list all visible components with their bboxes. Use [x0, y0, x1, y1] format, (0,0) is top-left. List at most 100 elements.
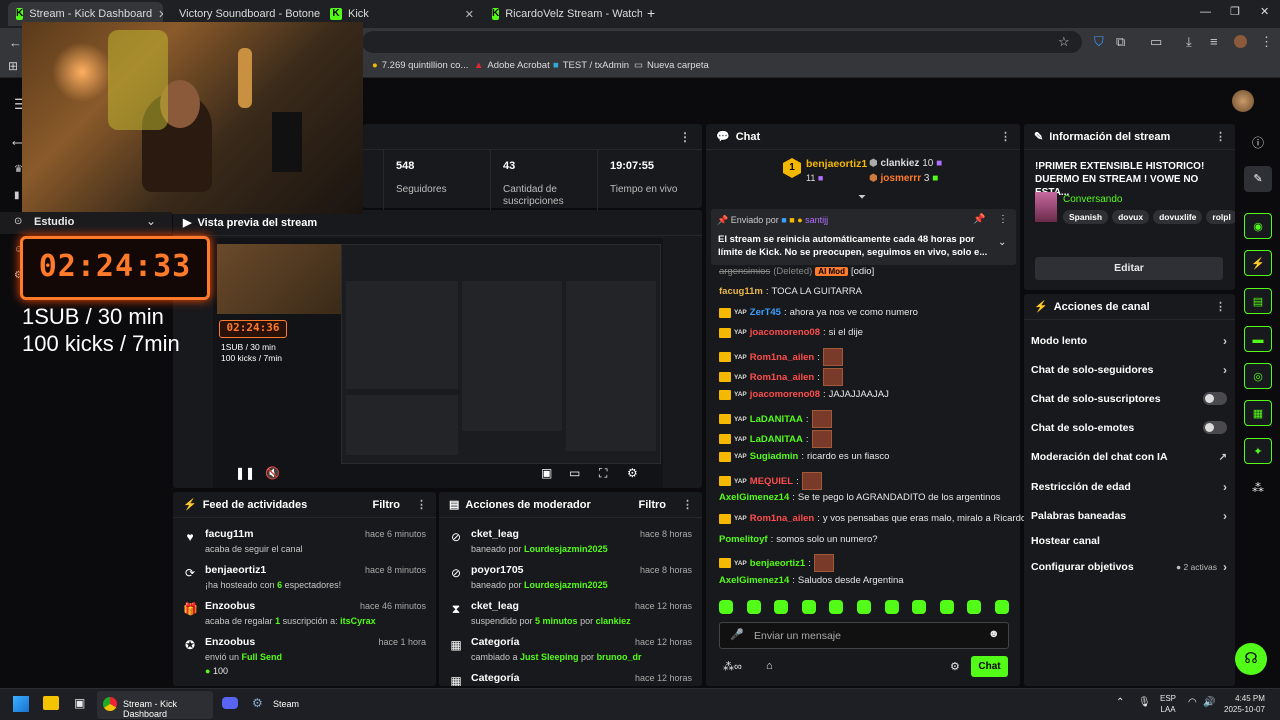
steam-icon[interactable]: ⚙	[252, 696, 263, 710]
language-indicator[interactable]: ESP LAA	[1160, 693, 1176, 715]
chat-send-button[interactable]: Chat	[971, 656, 1008, 677]
emote-icon[interactable]	[719, 600, 733, 614]
chat-settings-icon[interactable]: ⚙	[950, 660, 960, 673]
settings-icon[interactable]: ⚙	[627, 466, 638, 480]
emote-icon[interactable]	[746, 600, 761, 614]
chat-username[interactable]: Rom1na_ailen	[750, 352, 814, 363]
channel-action-item[interactable]: Hostear canal	[1031, 535, 1227, 547]
infinity-icon[interactable]: ⁂∞	[723, 660, 742, 673]
mod-filter-button[interactable]: Filtro	[639, 499, 667, 511]
wifi-icon[interactable]: ◠	[1188, 697, 1197, 708]
chat-username[interactable]: joacomoreno08	[750, 389, 820, 400]
chevron-down-icon[interactable]: ⌄	[998, 237, 1006, 248]
apps-icon[interactable]: ⁂	[1252, 481, 1264, 495]
cast-icon[interactable]: ▭	[1150, 34, 1162, 50]
emote-icon[interactable]	[994, 600, 1009, 614]
theater-icon[interactable]: ▭	[569, 466, 580, 480]
toggle-switch[interactable]	[1203, 421, 1227, 434]
emote-icon[interactable]	[774, 600, 789, 614]
side-bolt-button[interactable]: ⚡	[1244, 250, 1272, 276]
edit-button[interactable]: Editar	[1035, 257, 1223, 280]
windows-start-icon[interactable]	[13, 696, 29, 712]
chat-input[interactable]: 🎤 Enviar un mensaje ☻	[719, 622, 1009, 649]
chevron-up-icon[interactable]: ⌃	[1116, 697, 1124, 708]
close-tab-icon[interactable]: ✕	[158, 8, 163, 21]
emote-icon[interactable]	[939, 600, 954, 614]
mute-icon[interactable]: 🔇	[265, 466, 280, 480]
more-icon[interactable]: ⋮	[1215, 130, 1226, 143]
store-icon[interactable]: ⌂	[766, 660, 773, 672]
feed-filter-button[interactable]: Filtro	[373, 499, 401, 511]
side-chat-button[interactable]: ▬	[1244, 326, 1272, 352]
unpin-icon[interactable]: 📌	[973, 214, 985, 225]
shield-icon[interactable]: ⛉	[1094, 34, 1104, 50]
more-icon[interactable]: ⋮	[416, 498, 427, 511]
bookmark-2[interactable]: ▲ Adobe Acrobat	[474, 60, 550, 71]
apps-icon[interactable]: ⊞	[8, 59, 18, 73]
chat-username[interactable]: ZerT45	[750, 307, 781, 318]
close-tab-icon[interactable]: ✕	[465, 8, 474, 21]
pip-icon[interactable]: ▣	[541, 466, 552, 480]
menu-icon[interactable]: ⋮	[1260, 34, 1273, 50]
download-icon[interactable]: ⤓	[1186, 34, 1192, 50]
minimize-icon[interactable]: —	[1200, 6, 1211, 18]
chart-icon[interactable]: ▮	[14, 190, 20, 201]
side-list-button[interactable]: ▦	[1244, 400, 1272, 426]
back-icon[interactable]: ←	[9, 35, 22, 50]
chat-username[interactable]: MEQUIEL	[750, 476, 793, 487]
more-icon[interactable]: ⋮	[998, 214, 1008, 225]
emote-icon[interactable]	[912, 600, 927, 614]
new-tab-icon[interactable]: +	[647, 5, 655, 21]
discord-icon[interactable]	[222, 697, 238, 709]
info-icon[interactable]: ⓘ	[1252, 134, 1264, 151]
collapse-icon[interactable]: ⏷	[858, 192, 866, 203]
file-explorer-icon[interactable]	[43, 696, 59, 710]
channel-action-item[interactable]: Configurar objetivos ● 2 activas ›	[1031, 560, 1227, 574]
preview-video[interactable]: 02:24:36 1SUB / 30 min 100 kicks / 7min ❚…	[213, 238, 663, 488]
chat-username[interactable]: AxelGimenez14	[719, 492, 789, 503]
taskbar-chrome[interactable]: Stream - Kick Dashboard	[97, 691, 213, 719]
pause-icon[interactable]: ❚❚	[235, 466, 255, 480]
more-icon[interactable]: ⋮	[1000, 130, 1011, 143]
channel-action-item[interactable]: Chat de solo-emotes	[1031, 421, 1227, 434]
category-name[interactable]: Conversando	[1063, 194, 1122, 205]
chat-username[interactable]: Pomelitoyf	[719, 534, 768, 545]
emoji-icon[interactable]: ☻	[988, 628, 1000, 640]
chat-username[interactable]: facug11m	[719, 286, 763, 297]
scene-selector[interactable]: ⊙ Estudio ⌄	[0, 212, 172, 234]
profile-avatar[interactable]	[1234, 35, 1247, 48]
side-tools-button[interactable]: ✦	[1244, 438, 1272, 464]
mic-icon[interactable]: 🎙	[1138, 697, 1151, 708]
emote-icon[interactable]	[856, 600, 871, 614]
extensions-icon[interactable]: ⧉	[1116, 34, 1125, 50]
top-gifter-name[interactable]: benjaeortiz1	[806, 158, 867, 170]
clock[interactable]: 4:45 PM 2025-10-07	[1224, 693, 1265, 715]
chat-username[interactable]: LaDANITAA	[750, 434, 803, 445]
channel-action-item[interactable]: Palabras baneadas ›	[1031, 509, 1227, 523]
bookmark-4[interactable]: ▭ Nueva carpeta	[634, 60, 709, 71]
user-avatar[interactable]	[1232, 90, 1254, 112]
channel-action-item[interactable]: Moderación del chat con IA ↗	[1031, 451, 1227, 463]
chat-username[interactable]: Sugiadmin	[750, 451, 799, 462]
url-field[interactable]	[362, 31, 1082, 53]
chat-username[interactable]: benjaeortiz1	[750, 558, 805, 569]
restore-icon[interactable]: ❐	[1230, 5, 1240, 18]
channel-action-item[interactable]: Restricción de edad ›	[1031, 480, 1227, 494]
more-icon[interactable]: ⋮	[1215, 300, 1226, 313]
chat-username[interactable]: Rom1na_ailen	[750, 513, 814, 524]
chat-username[interactable]: AxelGimenez14	[719, 575, 789, 586]
side-doc-button[interactable]: ▤	[1244, 288, 1272, 314]
fullscreen-icon[interactable]: ⛶	[599, 466, 607, 481]
close-window-icon[interactable]: ✕	[1260, 5, 1269, 18]
volume-icon[interactable]: 🔊	[1203, 697, 1215, 708]
mic-icon[interactable]: 🎤	[730, 628, 744, 641]
bookmark-3[interactable]: ■ TEST / txAdmin	[553, 60, 629, 71]
more-icon[interactable]: ⋮	[682, 498, 693, 511]
chat-username[interactable]: joacomoreno08	[750, 327, 820, 338]
emote-icon[interactable]	[967, 600, 982, 614]
more-icon[interactable]: ⋮	[679, 130, 691, 144]
chat-username[interactable]: Rom1na_ailen	[750, 372, 814, 383]
emote-icon[interactable]	[884, 600, 899, 614]
pinned-message[interactable]: 📌 Enviado por ■ ■ ● santijj 📌 ⋮ El strea…	[711, 209, 1016, 265]
side-broadcast-button[interactable]: ◎	[1244, 363, 1272, 389]
